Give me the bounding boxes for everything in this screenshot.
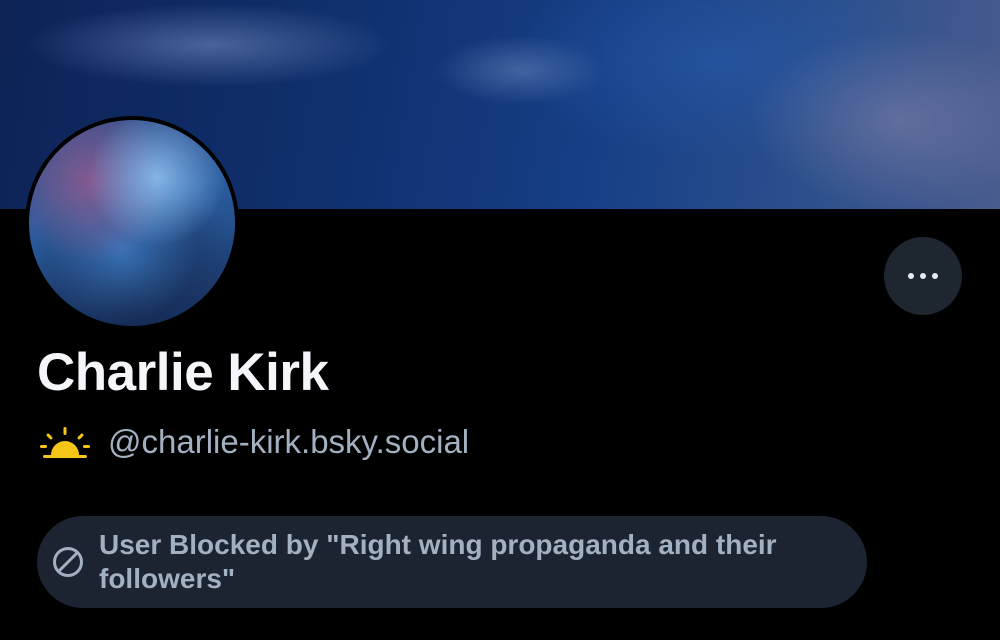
handle-row: @charlie-kirk.bsky.social	[40, 420, 469, 464]
profile-page: Charlie Kirk @charlie-kirk.bsky.social U…	[0, 0, 1000, 640]
sunrise-icon	[40, 427, 90, 458]
more-options-button[interactable]	[884, 237, 962, 315]
ban-icon	[53, 547, 83, 577]
ellipsis-icon	[908, 273, 938, 279]
block-notice-text: User Blocked by "Right wing propaganda a…	[99, 529, 777, 594]
display-name: Charlie Kirk	[37, 343, 329, 402]
avatar[interactable]	[29, 120, 235, 326]
block-notice[interactable]: User Blocked by "Right wing propaganda a…	[37, 516, 867, 608]
handle-text[interactable]: @charlie-kirk.bsky.social	[108, 423, 469, 461]
